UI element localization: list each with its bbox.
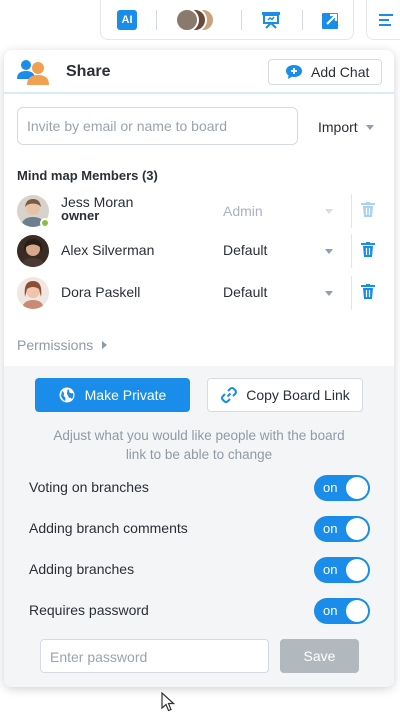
export-icon: [322, 13, 338, 29]
presentation-icon: [262, 12, 280, 29]
chevron-down-icon[interactable]: [325, 249, 333, 254]
globe-icon: [59, 387, 75, 403]
divider: [351, 194, 352, 228]
toggle-state: on: [323, 521, 338, 536]
chevron-down-icon: [365, 124, 374, 130]
divider: [351, 234, 352, 268]
toolbar-divider: [241, 10, 242, 30]
copy-board-link-button[interactable]: Copy Board Link: [207, 378, 363, 412]
member-name: Alex Silverman: [61, 242, 155, 258]
member-role-select: Admin: [223, 203, 263, 219]
share-header: Share Add Chat: [4, 50, 394, 94]
chevron-down-icon[interactable]: [325, 291, 333, 296]
invite-input[interactable]: Invite by email or name to board: [17, 107, 298, 145]
share-panel: Share Add Chat Invite by email or name t…: [4, 50, 394, 687]
toggle-state: on: [323, 480, 338, 495]
toggle-state: on: [323, 603, 338, 618]
toggle-switch[interactable]: on: [314, 557, 370, 583]
menu-button[interactable]: [373, 6, 400, 34]
export-button[interactable]: [317, 6, 345, 34]
make-private-label: Make Private: [84, 387, 167, 403]
import-dropdown[interactable]: Import: [318, 119, 374, 135]
import-label: Import: [318, 119, 358, 135]
member-name: Dora Paskell: [61, 284, 141, 300]
save-button[interactable]: Save: [280, 639, 359, 673]
menu-icon: [379, 14, 393, 26]
option-label: Adding branches: [29, 561, 135, 577]
member-row: Jess Moran owner Admin: [4, 191, 394, 231]
top-toolbar: AI: [0, 0, 400, 44]
avatar: [17, 277, 49, 309]
option-label: Adding branch comments: [29, 520, 188, 536]
add-chat-label: Add Chat: [311, 64, 370, 80]
avatar: [175, 8, 199, 32]
toolbar-divider: [156, 10, 157, 30]
toggle-switch[interactable]: on: [314, 516, 370, 542]
option-branch-comments: Adding branch comments on: [29, 516, 370, 542]
link-icon: [221, 387, 238, 403]
member-row: Dora Paskell Default: [4, 273, 394, 313]
copy-board-link-label: Copy Board Link: [246, 387, 350, 403]
toolbar-group: AI: [100, 0, 354, 40]
option-label: Requires password: [29, 602, 149, 618]
trash-icon[interactable]: [361, 242, 375, 258]
option-voting: Voting on branches on: [29, 475, 370, 501]
option-label: Voting on branches: [29, 479, 149, 495]
toggle-knob: [346, 518, 368, 540]
option-requires-password: Requires password on: [29, 598, 370, 624]
avatar: [17, 235, 49, 267]
toolbar-divider: [302, 10, 303, 30]
permissions-toggle[interactable]: Permissions: [17, 337, 108, 353]
presentation-button[interactable]: [257, 6, 285, 34]
toggle-switch[interactable]: on: [314, 598, 370, 624]
toggle-knob: [346, 559, 368, 581]
toggle-state: on: [323, 562, 338, 577]
link-settings: Make Private Copy Board Link Adjust what…: [4, 366, 394, 687]
permissions-label: Permissions: [17, 337, 94, 353]
member-row: Alex Silverman Default: [4, 231, 394, 271]
divider: [351, 276, 352, 310]
chat-plus-icon: [286, 65, 302, 79]
trash-icon: [361, 202, 375, 217]
ai-icon: AI: [117, 10, 137, 30]
link-settings-hint: Adjust what you would like people with t…: [53, 428, 345, 462]
option-adding-branches: Adding branches on: [29, 557, 370, 583]
toggle-switch[interactable]: on: [314, 475, 370, 501]
password-input[interactable]: Enter password: [40, 639, 269, 673]
mouse-cursor-icon: [161, 692, 175, 712]
toggle-knob: [346, 477, 368, 499]
make-private-button[interactable]: Make Private: [35, 378, 190, 412]
member-role-select[interactable]: Default: [223, 284, 267, 300]
users-icon: [17, 60, 49, 85]
chevron-right-icon: [102, 341, 108, 349]
members-heading: Mind map Members (3): [17, 168, 158, 183]
online-status-dot: [40, 218, 50, 228]
menu-group: [366, 0, 400, 40]
trash-icon[interactable]: [361, 284, 375, 300]
panel-title: Share: [66, 63, 111, 80]
ai-button[interactable]: AI: [113, 6, 141, 34]
member-owner-label: owner: [61, 208, 100, 223]
collaborators-button[interactable]: [175, 6, 221, 34]
toggle-knob: [346, 600, 368, 622]
chevron-down-icon: [325, 209, 333, 214]
member-role-select[interactable]: Default: [223, 242, 267, 258]
add-chat-button[interactable]: Add Chat: [268, 59, 382, 85]
